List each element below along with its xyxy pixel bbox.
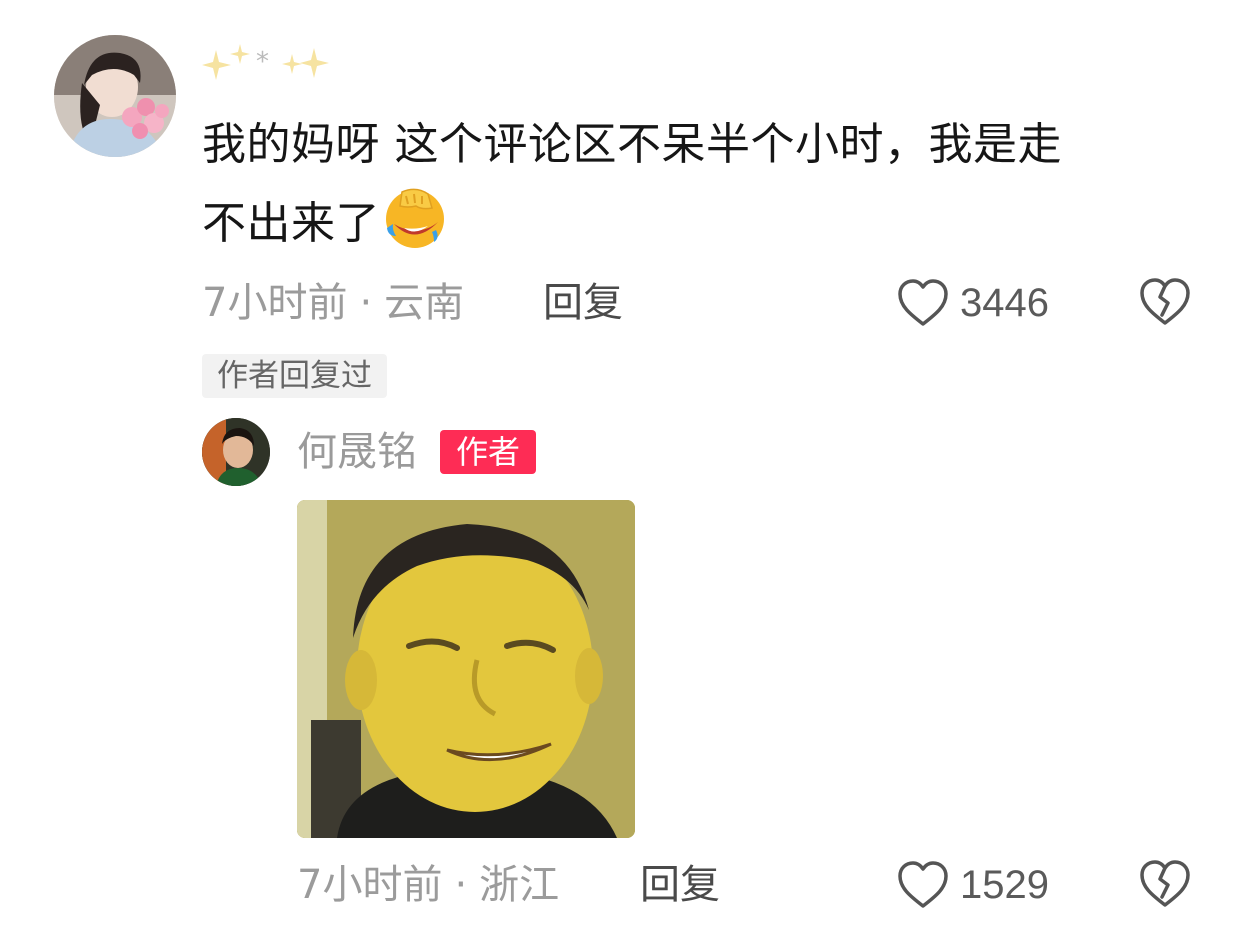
comment-time: 7小时前 [202,280,348,326]
comment-meta: 7小时前 · 云南 [202,278,464,328]
svg-text:*: * [256,47,269,77]
comment-like-button[interactable]: 3446 [896,275,1049,331]
comment-location: 云南 [384,280,465,326]
meta-separator: · [359,280,373,326]
facepalm-laugh-emoji-icon [382,184,448,250]
author-badge: 作者 [440,430,536,474]
comment-dislike-button[interactable] [1139,277,1191,327]
reply-dislike-button[interactable] [1139,859,1191,909]
comment-text: 我的妈呀 这个评论区不呆半个小时，我是走 不出来了 [202,106,1202,263]
comment-reply-button[interactable]: 回复 [543,278,623,328]
reply-meta: 7小时前 · 浙江 [297,860,559,910]
broken-heart-dislike-icon [1140,278,1190,325]
reply-reply-button[interactable]: 回复 [640,860,720,910]
comment-text-line-1: 我的妈呀 这个评论区不呆半个小时，我是走 [202,119,1062,170]
reply-avatar[interactable] [202,418,270,486]
sparkles-icon: * [202,44,329,80]
reply-username[interactable]: 何晟铭 [297,426,417,478]
reply-time: 7小时前 [297,862,443,908]
reply-location: 浙江 [479,862,560,908]
broken-heart-dislike-icon [1140,860,1190,907]
comment-text-line-2: 不出来了 [202,184,1202,263]
heart-outline-icon [898,861,948,908]
heart-outline-icon [898,279,948,326]
reply-meme-image[interactable] [297,500,635,838]
reply-like-button[interactable]: 1529 [896,857,1049,913]
reply-like-count: 1529 [960,862,1049,907]
comment-like-count: 3446 [960,280,1049,325]
author-replied-tag: 作者回复过 [202,354,387,398]
meta-separator: · [454,862,468,908]
commenter-avatar[interactable] [54,35,176,157]
comment-text-line-2-text: 不出来了 [202,198,380,249]
commenter-username[interactable]: ✨*✨ * [202,40,332,90]
